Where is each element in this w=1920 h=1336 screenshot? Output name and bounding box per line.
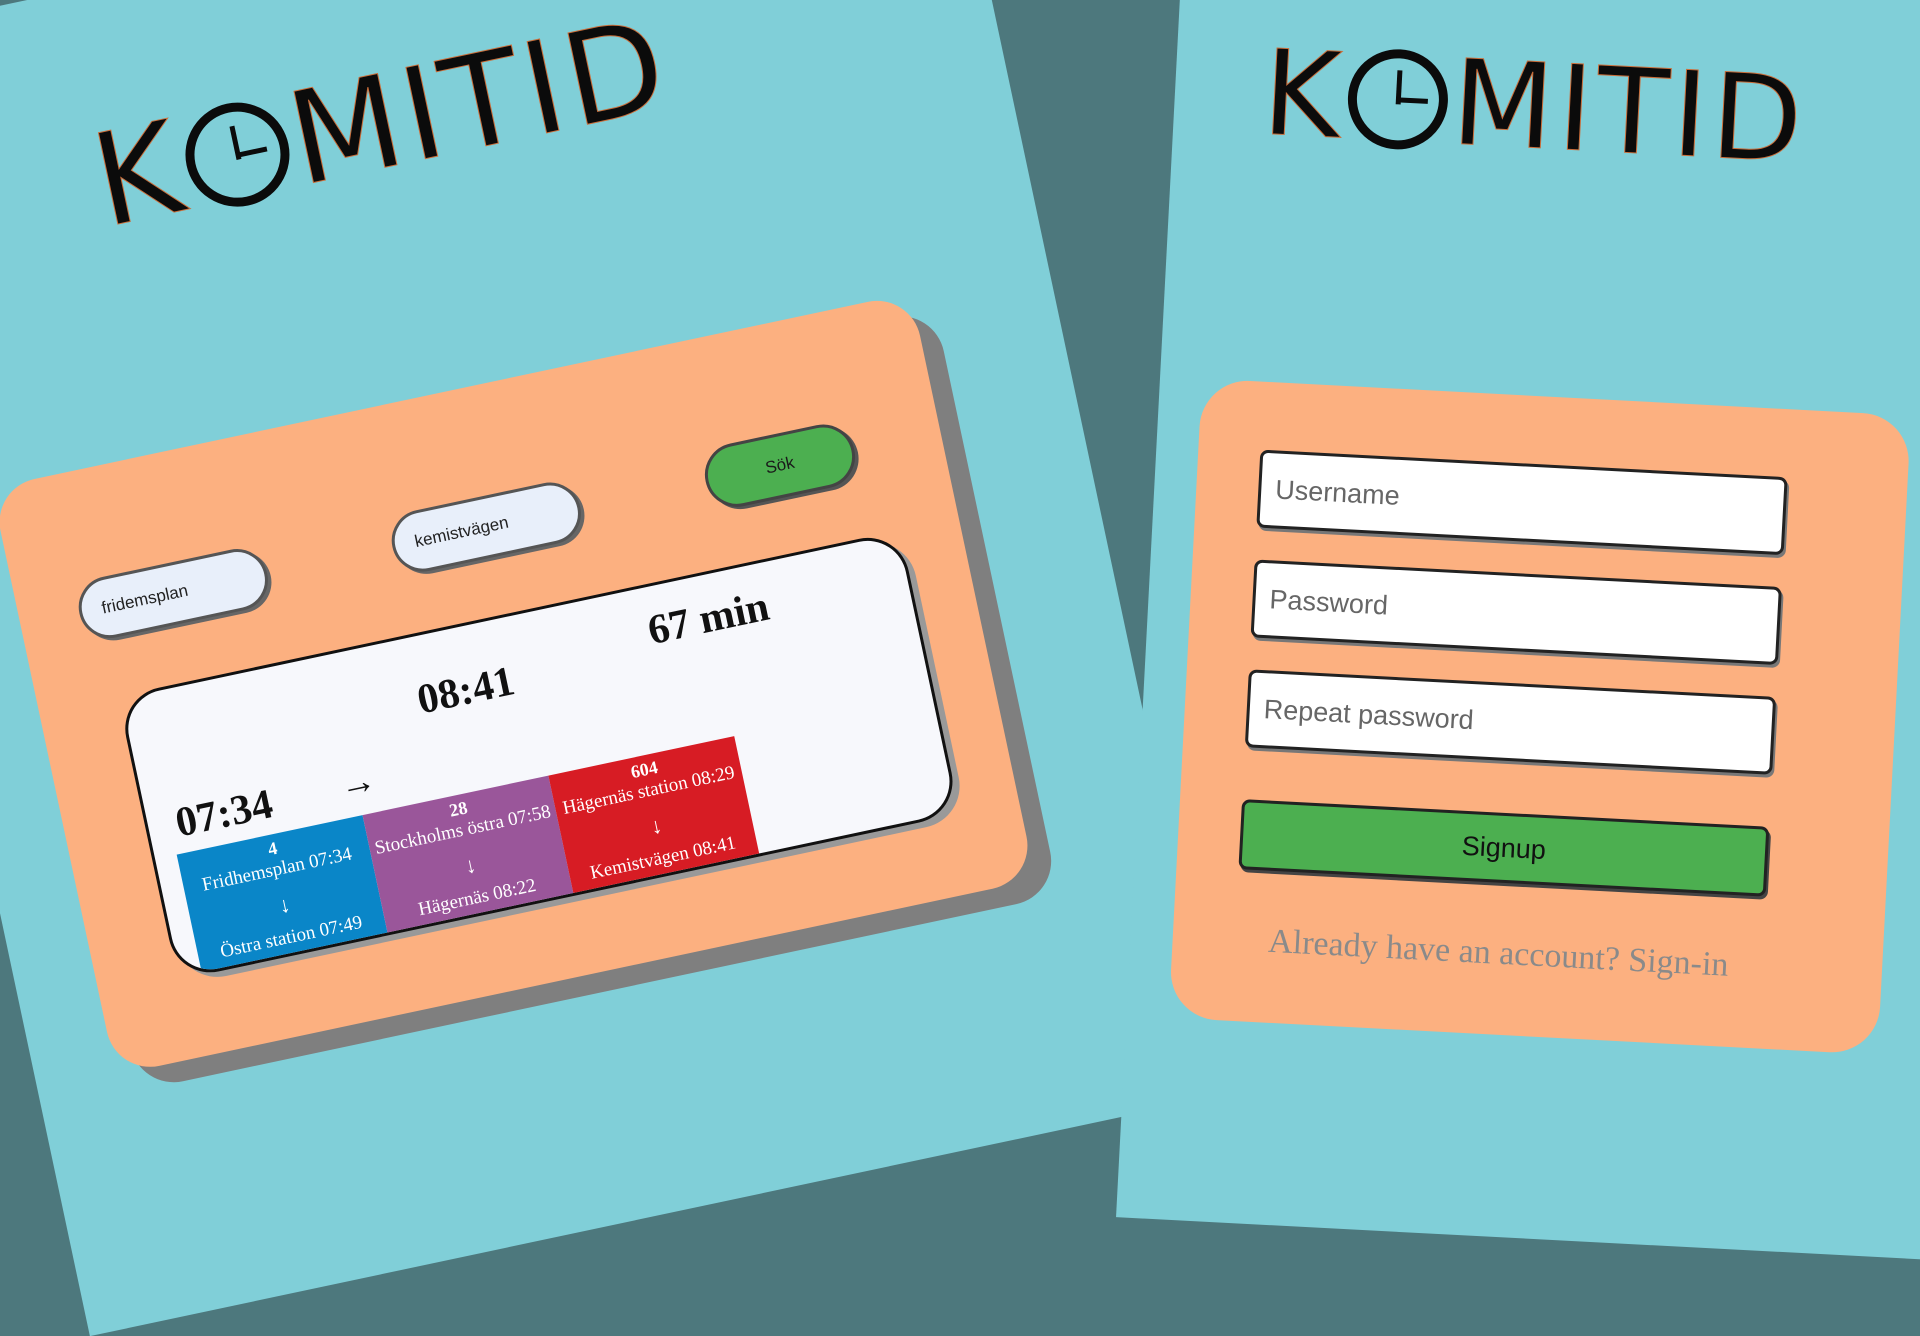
logo-text-start: K [1259, 23, 1349, 166]
signup-button[interactable]: Signup [1238, 799, 1770, 897]
clock-icon [1345, 46, 1451, 152]
search-screen: K MITID fridemsplan kemistvägen Sök 07:3… [0, 0, 1225, 1336]
repeat-password-input[interactable]: Repeat password [1244, 669, 1777, 775]
signin-link[interactable]: Already have an account? Sign-in [1234, 921, 1763, 987]
password-input[interactable]: Password [1250, 559, 1782, 665]
trip-duration: 67 min [643, 583, 774, 655]
logo-text-end: MITID [1448, 33, 1810, 190]
trip-leg: 28 Stockholms östra 07:58 ↓ Hägernäs 08:… [362, 775, 576, 943]
trip-leg: 604 Hägernäs station 08:29 ↓ Kemistvägen… [548, 736, 762, 903]
arrival-time: 08:41 [413, 658, 519, 724]
app-logo: K MITID [81, 0, 683, 257]
to-input[interactable]: kemistvägen [385, 476, 587, 578]
search-button[interactable]: Sök [698, 418, 861, 513]
logo-text-start: K [81, 92, 199, 257]
arrow-right-icon: → [335, 759, 380, 806]
logo-text-end: MITID [276, 0, 682, 216]
signup-card: Username Password Repeat password Signup… [1168, 378, 1912, 1055]
app-logo: K MITID [1259, 23, 1810, 190]
trip-legs: 4 Fridhemsplan 07:34 ↓ Östra station 07:… [176, 736, 762, 981]
signup-screen: K MITID Username Password Repeat passwor… [1116, 0, 1920, 1262]
search-card: fridemsplan kemistvägen Sök 07:34 → 08:4… [0, 292, 1036, 1075]
username-input[interactable]: Username [1256, 449, 1788, 556]
clock-icon [175, 92, 299, 216]
from-input[interactable]: fridemsplan [72, 543, 274, 644]
